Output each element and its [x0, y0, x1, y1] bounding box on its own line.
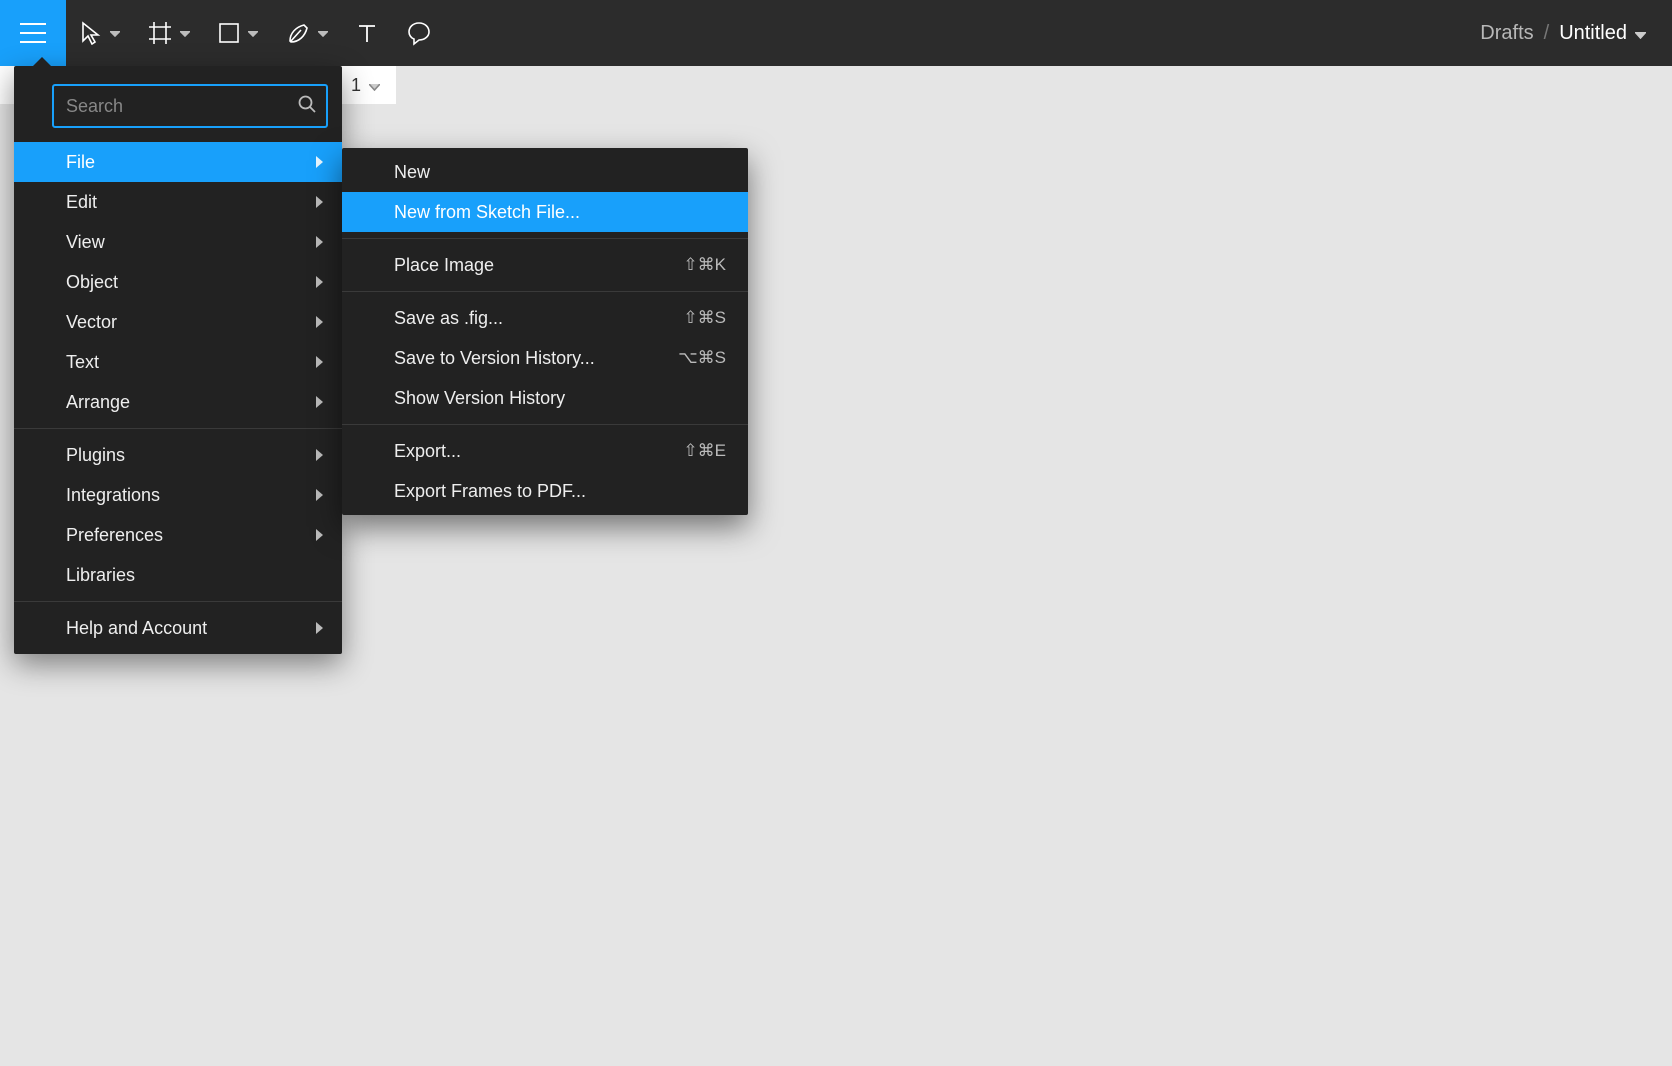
search-icon	[298, 95, 316, 118]
comment-icon	[406, 20, 432, 46]
menu-item-label: Libraries	[66, 565, 135, 586]
menu-divider	[14, 601, 342, 602]
menu-item-label: Arrange	[66, 392, 130, 413]
comment-tool[interactable]	[392, 0, 446, 66]
cursor-icon	[80, 21, 102, 45]
menu-item-libraries[interactable]: Libraries	[14, 555, 342, 595]
menu-item-label: Preferences	[66, 525, 163, 546]
file-title[interactable]: Untitled	[1559, 22, 1646, 45]
submenu-item-export-frames-to-pdf[interactable]: Export Frames to PDF...	[342, 471, 748, 511]
pen-icon	[286, 21, 310, 45]
menu-item-label: View	[66, 232, 105, 253]
menu-item-preferences[interactable]: Preferences	[14, 515, 342, 555]
submenu-item-label: New from Sketch File...	[394, 202, 580, 223]
chevron-right-icon	[316, 529, 324, 541]
submenu-item-new[interactable]: New	[342, 152, 748, 192]
breadcrumb-root[interactable]: Drafts	[1480, 22, 1533, 45]
submenu-item-label: Place Image	[394, 255, 494, 276]
menu-item-file[interactable]: File	[14, 142, 342, 182]
chevron-right-icon	[316, 156, 324, 168]
keyboard-shortcut: ⌥⌘S	[678, 348, 726, 368]
frame-tool[interactable]	[134, 0, 204, 66]
menu-divider	[342, 238, 748, 239]
move-tool[interactable]	[66, 0, 134, 66]
pen-tool[interactable]	[272, 0, 342, 66]
menu-item-label: Integrations	[66, 485, 160, 506]
submenu-item-show-version-history[interactable]: Show Version History	[342, 378, 748, 418]
chevron-right-icon	[316, 449, 324, 461]
keyboard-shortcut: ⇧⌘E	[683, 441, 726, 461]
chevron-down-icon	[248, 24, 258, 42]
tool-group	[66, 0, 446, 66]
keyboard-shortcut: ⇧⌘S	[683, 308, 726, 328]
menu-item-label: Edit	[66, 192, 97, 213]
text-tool[interactable]	[342, 0, 392, 66]
chevron-right-icon	[316, 356, 324, 368]
chevron-down-icon	[180, 24, 190, 42]
submenu-item-place-image[interactable]: Place Image ⇧⌘K	[342, 245, 748, 285]
chevron-right-icon	[316, 236, 324, 248]
submenu-item-new-from-sketch-file[interactable]: New from Sketch File...	[342, 192, 748, 232]
menu-item-vector[interactable]: Vector	[14, 302, 342, 342]
chevron-right-icon	[316, 396, 324, 408]
menu-item-object[interactable]: Object	[14, 262, 342, 302]
breadcrumb: Drafts / Untitled	[1480, 22, 1672, 45]
menu-divider	[14, 428, 342, 429]
menu-item-label: Object	[66, 272, 118, 293]
page-label-tail: 1	[351, 75, 361, 96]
chevron-down-icon	[318, 24, 328, 42]
chevron-right-icon	[316, 276, 324, 288]
submenu-item-label: Export Frames to PDF...	[394, 481, 586, 502]
shape-tool[interactable]	[204, 0, 272, 66]
submenu-item-label: Save as .fig...	[394, 308, 503, 329]
breadcrumb-separator: /	[1544, 22, 1550, 45]
hamburger-icon	[20, 23, 46, 43]
menu-item-label: Help and Account	[66, 618, 207, 639]
rectangle-icon	[218, 22, 240, 44]
menu-pointer	[32, 57, 52, 67]
menu-item-label: Plugins	[66, 445, 125, 466]
chevron-right-icon	[316, 489, 324, 501]
menu-item-view[interactable]: View	[14, 222, 342, 262]
chevron-down-icon	[369, 75, 380, 96]
submenu-item-label: Show Version History	[394, 388, 565, 409]
menu-item-label: Text	[66, 352, 99, 373]
menu-item-label: Vector	[66, 312, 117, 333]
menu-item-help-and-account[interactable]: Help and Account	[14, 608, 342, 648]
menu-search[interactable]	[52, 84, 328, 128]
submenu-item-save-to-version-history[interactable]: Save to Version History... ⌥⌘S	[342, 338, 748, 378]
menu-divider	[342, 291, 748, 292]
file-submenu: New New from Sketch File... Place Image ⇧⌘K…	[342, 148, 748, 515]
keyboard-shortcut: ⇧⌘K	[683, 255, 726, 275]
chevron-down-icon	[110, 24, 120, 42]
menu-item-plugins[interactable]: Plugins	[14, 435, 342, 475]
chevron-right-icon	[316, 316, 324, 328]
submenu-item-label: Save to Version History...	[394, 348, 595, 369]
menu-item-arrange[interactable]: Arrange	[14, 382, 342, 422]
submenu-item-export[interactable]: Export... ⇧⌘E	[342, 431, 748, 471]
submenu-item-label: New	[394, 162, 430, 183]
submenu-item-save-as-fig[interactable]: Save as .fig... ⇧⌘S	[342, 298, 748, 338]
menu-item-label: File	[66, 152, 95, 173]
frame-icon	[148, 21, 172, 45]
menu-item-integrations[interactable]: Integrations	[14, 475, 342, 515]
menu-search-input[interactable]	[66, 96, 298, 117]
chevron-right-icon	[316, 196, 324, 208]
main-menu: File Edit View Object Vector Text Arrange Plugi…	[14, 66, 342, 654]
chevron-right-icon	[316, 622, 324, 634]
chevron-down-icon	[1635, 22, 1646, 45]
menu-divider	[342, 424, 748, 425]
file-title-text: Untitled	[1559, 22, 1627, 45]
submenu-item-label: Export...	[394, 441, 461, 462]
text-icon	[356, 22, 378, 44]
menu-item-text[interactable]: Text	[14, 342, 342, 382]
menu-item-edit[interactable]: Edit	[14, 182, 342, 222]
toolbar: Drafts / Untitled	[0, 0, 1672, 66]
